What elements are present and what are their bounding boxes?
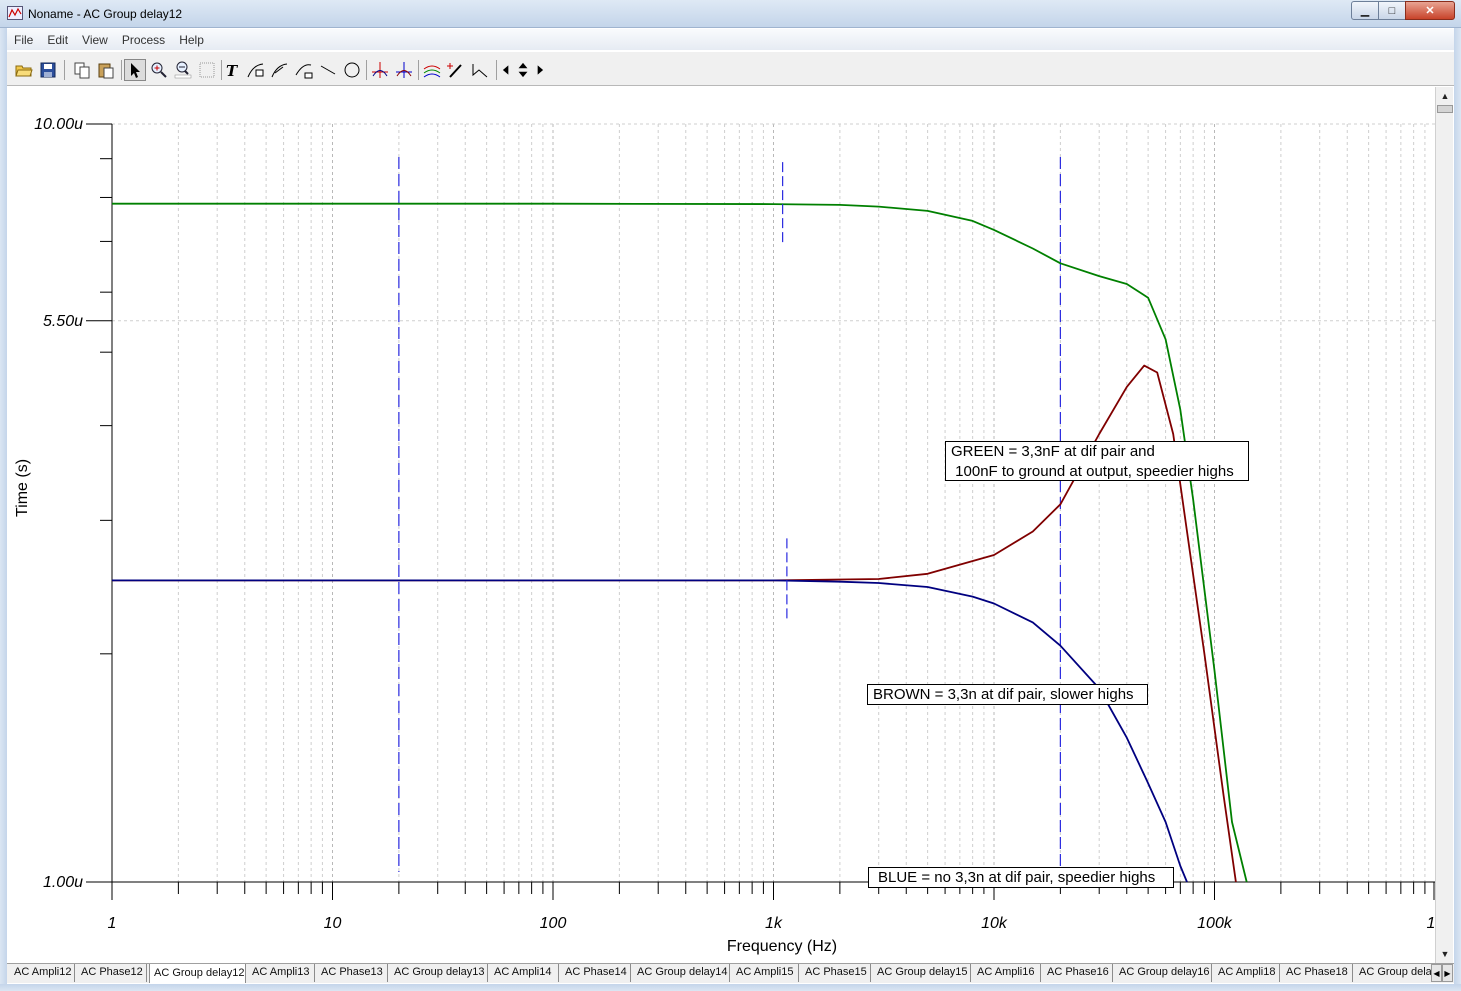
pointer-icon[interactable]: [124, 59, 146, 81]
tab-ac-group-delay12[interactable]: AC Group delay12: [149, 964, 246, 983]
arrow-right-icon[interactable]: [533, 59, 547, 81]
scroll-down-icon[interactable]: ▼: [1437, 946, 1453, 962]
annotation-brown[interactable]: BROWN = 3,3n at dif pair, slower highs: [867, 684, 1148, 705]
window-frame-bottom: [0, 984, 1461, 991]
x-tick-label: 10k: [981, 915, 1008, 932]
copy-icon[interactable]: [71, 59, 93, 81]
x-axis-label: Frequency (Hz): [727, 938, 837, 955]
x-tick-label: 1k: [765, 915, 783, 932]
x-tick-label: 1: [1427, 915, 1435, 932]
menu-bar: File Edit View Process Help: [7, 29, 1454, 50]
sheet-tab-bar: AC Ampli12 AC Phase12 AC Group delay12 AC A…: [7, 963, 1454, 983]
toolbar-separator: [418, 60, 419, 80]
tab-scroll-buttons: ◀ ▶: [1431, 964, 1453, 982]
tab-ac-ampli12[interactable]: AC Ampli12: [10, 964, 75, 982]
series-line-3: [112, 579, 1188, 883]
minimize-button[interactable]: ▁: [1351, 1, 1379, 20]
text-icon[interactable]: T: [221, 59, 243, 81]
fit-icon[interactable]: [293, 59, 315, 81]
app-icon: [7, 6, 23, 20]
tab-ac-phase14[interactable]: AC Phase14: [561, 964, 631, 982]
marker-icon[interactable]: [469, 59, 491, 81]
tab-ac-group-delay14[interactable]: AC Group delay14: [633, 964, 730, 982]
chart-plot-area[interactable]: 1 10 100 1k 10k 100k 1 10.00u 5.50u 1.00u Frequenc…: [7, 87, 1435, 963]
tab-ac-ampli13[interactable]: AC Ampli13: [248, 964, 315, 982]
tab-ac-phase15[interactable]: AC Phase15: [801, 964, 871, 982]
curve-label2-icon[interactable]: [269, 59, 291, 81]
menu-process[interactable]: Process: [115, 33, 172, 47]
maximize-button[interactable]: □: [1378, 1, 1406, 20]
probe-icon[interactable]: [445, 59, 467, 81]
y-tick-label: 10.00u: [34, 116, 83, 133]
svg-text:T: T: [226, 62, 239, 79]
annotation-green[interactable]: GREEN = 3,3nF at dif pair and 100nF to g…: [945, 441, 1249, 481]
arrow-left-icon[interactable]: [499, 59, 513, 81]
x-tick-label: 100k: [1197, 915, 1233, 932]
y-tick-label: 5.50u: [43, 313, 83, 330]
tab-ac-group-delay16[interactable]: AC Group delay16: [1115, 964, 1212, 982]
menu-file[interactable]: File: [7, 33, 40, 47]
toolbar-separator: [64, 60, 65, 80]
tab-ac-phase13[interactable]: AC Phase13: [317, 964, 388, 982]
series-line-1: [112, 202, 1248, 883]
annotation-blue[interactable]: BLUE = no 3,3n at dif pair, speedier hig…: [868, 867, 1174, 888]
scroll-up-icon[interactable]: ▲: [1437, 88, 1453, 104]
window-frame-right: [1454, 28, 1461, 984]
open-folder-icon[interactable]: [13, 59, 35, 81]
toolbar: T: [7, 52, 1454, 86]
zoom-100-icon[interactable]: [172, 59, 194, 81]
menu-help[interactable]: Help: [172, 33, 211, 47]
tab-ac-phase12[interactable]: AC Phase12: [77, 964, 147, 982]
tab-ac-phase16[interactable]: AC Phase16: [1043, 964, 1113, 982]
window-frame-left: [0, 28, 7, 984]
grid-icon[interactable]: [196, 59, 218, 81]
tab-ac-ampli14[interactable]: AC Ampli14: [490, 964, 559, 982]
tab-scroll-right-icon[interactable]: ▶: [1442, 964, 1453, 982]
tab-ac-group-delay15[interactable]: AC Group delay15: [873, 964, 971, 982]
y-axis-label: Time (s): [14, 459, 31, 517]
tab-ac-ampli15[interactable]: AC Ampli15: [732, 964, 799, 982]
paste-icon[interactable]: [95, 59, 117, 81]
cursor-b-icon[interactable]: [393, 59, 415, 81]
line-icon[interactable]: [317, 59, 339, 81]
close-button[interactable]: ✕: [1405, 1, 1455, 20]
tab-ac-phase18[interactable]: AC Phase18: [1282, 964, 1353, 982]
curve-label-icon[interactable]: [245, 59, 267, 81]
curves-icon[interactable]: [421, 59, 443, 81]
vertical-scrollbar[interactable]: ▲ ▼: [1435, 87, 1453, 963]
x-tick-label: 10: [324, 915, 342, 932]
x-tick-label: 100: [540, 915, 567, 932]
y-tick-label: 1.00u: [43, 874, 83, 891]
arrow-updown-icon[interactable]: [515, 59, 531, 81]
x-tick-label: 1: [108, 915, 117, 932]
title-bar: Noname - AC Group delay12 ▁ □ ✕: [0, 0, 1461, 28]
tab-ac-ampli16[interactable]: AC Ampli16: [973, 964, 1041, 982]
tab-scroll-left-icon[interactable]: ◀: [1431, 964, 1442, 982]
zoom-in-icon[interactable]: [148, 59, 170, 81]
toolbar-separator: [496, 60, 497, 80]
scroll-thumb[interactable]: [1437, 105, 1453, 113]
window-title: Noname - AC Group delay12: [28, 7, 183, 21]
group-delay-chart[interactable]: 1 10 100 1k 10k 100k 1 10.00u 5.50u 1.00u Frequenc…: [7, 87, 1435, 963]
tab-ac-ampli18[interactable]: AC Ampli18: [1214, 964, 1280, 982]
circle-icon[interactable]: [341, 59, 363, 81]
save-icon[interactable]: [37, 59, 59, 81]
cursor-a-icon[interactable]: [369, 59, 391, 81]
menu-view[interactable]: View: [75, 33, 115, 47]
tab-ac-group-delay13[interactable]: AC Group delay13: [390, 964, 488, 982]
toolbar-separator: [121, 60, 122, 80]
toolbar-separator: [366, 60, 367, 80]
menu-edit[interactable]: Edit: [40, 33, 75, 47]
